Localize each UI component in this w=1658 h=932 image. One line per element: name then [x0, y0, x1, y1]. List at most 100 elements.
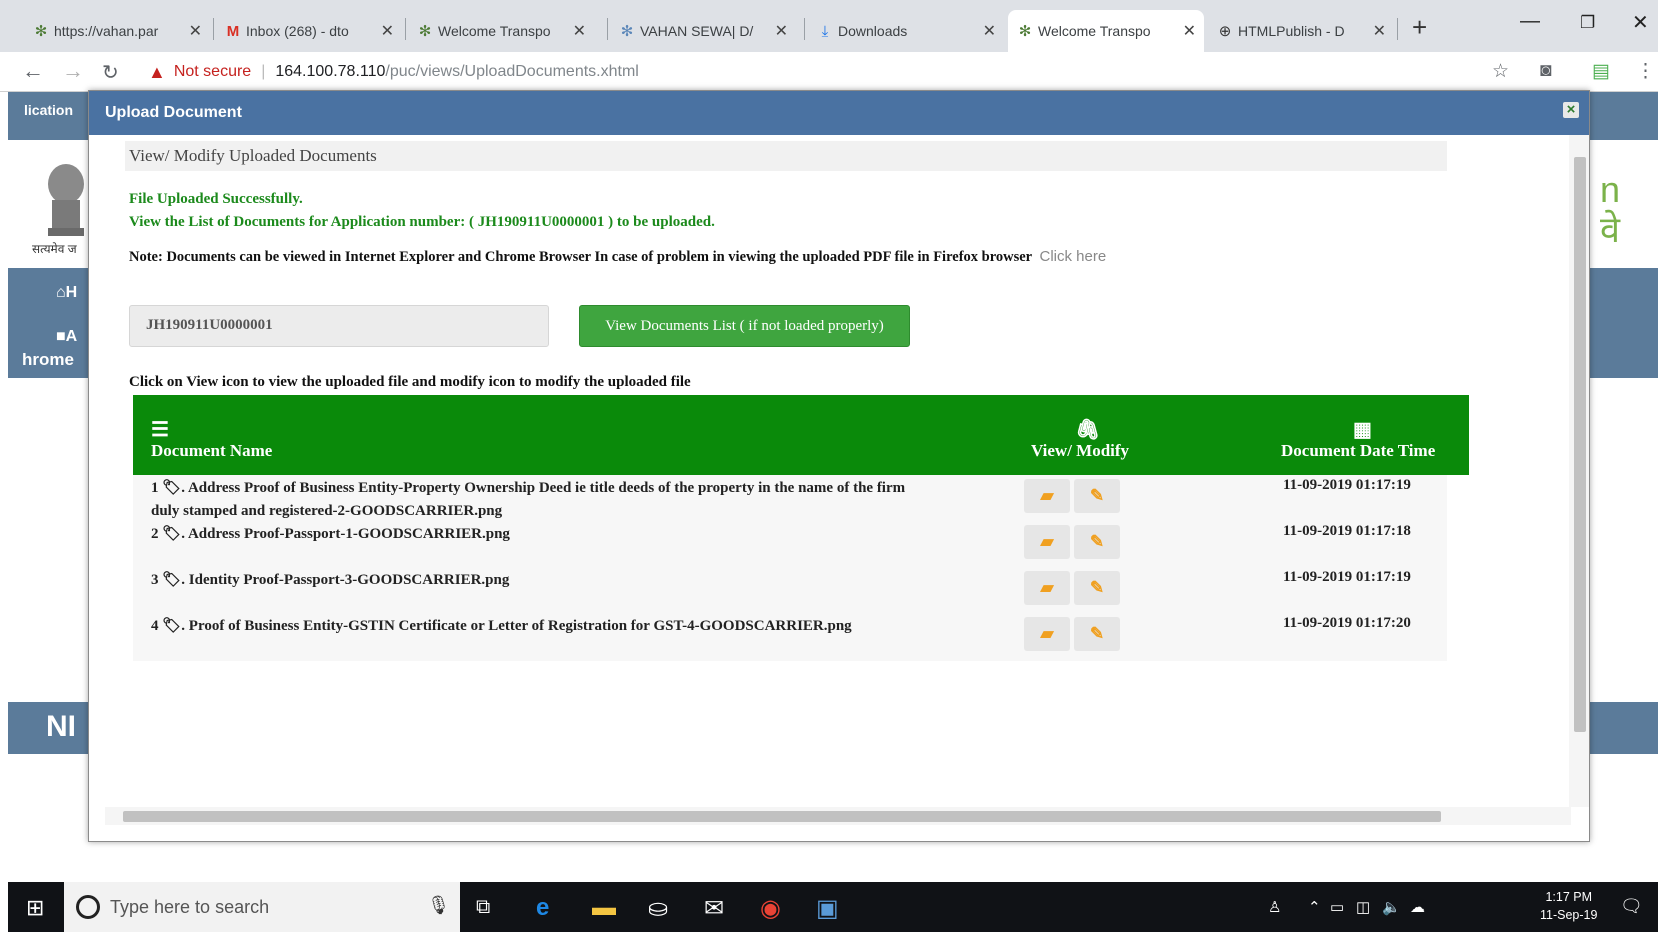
volume-muted-icon[interactable]: 🔈	[1382, 898, 1401, 916]
tab-title: Inbox (268) - dto	[246, 23, 349, 39]
bookmark-star-icon[interactable]: ☆	[1492, 60, 1509, 83]
url-host: 164.100.78.110	[275, 63, 386, 80]
windows-start-icon[interactable]: ⊞	[26, 895, 44, 921]
tab-separator	[213, 18, 214, 40]
camera-icon[interactable]: ◙	[1540, 60, 1551, 82]
browser-tab[interactable]: ⤓ Downloads ✕	[808, 10, 1004, 52]
document-name: 1 🏷. Address Proof of Business Entity-Pr…	[151, 480, 906, 519]
globe-icon: ⊕	[1218, 23, 1232, 40]
tab-separator	[405, 18, 406, 40]
document-date-time: 11-09-2019 01:17:18	[1283, 523, 1411, 539]
application-list-message: View the List of Documents for Applicati…	[129, 214, 715, 230]
system-clock[interactable]: 1:17 PM 11-Sep-19	[1540, 888, 1597, 924]
home-nav-label: H	[65, 284, 78, 301]
close-tab-icon[interactable]: ✕	[1183, 21, 1196, 41]
extension-icon[interactable]: ▤	[1592, 60, 1610, 83]
chrome-icon[interactable]: ◉	[760, 894, 781, 923]
column-header-view-modify: View/ Modify	[1031, 441, 1130, 460]
minimize-icon[interactable]: —	[1520, 10, 1540, 33]
table-row: 4 🏷. Proof of Business Entity-GSTIN Cert…	[133, 613, 1447, 661]
instruction-text: Click on View icon to view the uploaded …	[129, 374, 691, 390]
reload-icon[interactable]: ↻	[102, 60, 119, 85]
tab-title: https://vahan.par	[54, 23, 159, 39]
taskbar-search-box[interactable]: Type here to search 🎙	[64, 882, 460, 932]
globe-leaf-icon: ✻	[418, 23, 432, 40]
background-topbar-text: lication	[24, 102, 74, 118]
forward-icon[interactable]: →	[62, 58, 84, 84]
click-here-link[interactable]: Click here	[1039, 248, 1106, 265]
browser-tab[interactable]: ✻ Welcome Transpo ✕	[408, 10, 594, 52]
browser-tab[interactable]: ⊕ HTMLPublish - D ✕	[1208, 10, 1394, 52]
modify-edit-icon[interactable]: ✎	[1074, 479, 1120, 513]
cortana-icon	[76, 895, 100, 919]
document-date-time: 11-09-2019 01:17:19	[1283, 569, 1411, 585]
store-icon[interactable]: ⛀	[648, 894, 668, 923]
people-icon[interactable]: ♙	[1268, 898, 1281, 916]
close-tab-icon[interactable]: ✕	[189, 21, 202, 41]
breadcrumb: hrome	[22, 350, 74, 369]
browser-tab-active[interactable]: ✻ Welcome Transpo ✕	[1008, 10, 1204, 52]
second-nav-item[interactable]: ■A	[56, 328, 77, 346]
close-tab-icon[interactable]: ✕	[983, 21, 996, 41]
address-bar: ← → ↻ ▲ Not secure | 164.100.78.110 /puc…	[0, 52, 1658, 92]
close-tab-icon[interactable]: ✕	[573, 21, 586, 41]
back-icon[interactable]: ←	[22, 58, 44, 84]
second-nav-label: A	[65, 328, 78, 345]
globe-leaf-icon: ✻	[1018, 23, 1032, 40]
dialog-close-button[interactable]: ×	[1563, 102, 1579, 118]
browser-tab[interactable]: M Inbox (268) - dto ✕	[216, 10, 402, 52]
document-name: 3 🏷. Identity Proof-Passport-3-GOODSCARR…	[151, 572, 510, 588]
network-icon[interactable]: ◫	[1356, 898, 1370, 916]
modify-edit-icon[interactable]: ✎	[1074, 571, 1120, 605]
vertical-scrollbar[interactable]	[1569, 135, 1589, 807]
national-emblem-icon	[48, 164, 84, 236]
close-window-icon[interactable]: ✕	[1632, 10, 1649, 35]
tab-title: Downloads	[838, 23, 908, 39]
tab-separator	[607, 18, 608, 40]
tab-separator	[804, 18, 805, 40]
view-folder-icon[interactable]: ▰	[1024, 617, 1070, 651]
vertical-scroll-thumb[interactable]	[1574, 157, 1586, 732]
security-label: Not secure	[173, 63, 252, 80]
document-name: 2 🏷. Address Proof-Passport-1-GOODSCARRI…	[151, 526, 510, 542]
document-date-time: 11-09-2019 01:17:20	[1283, 615, 1411, 631]
battery-icon[interactable]: ▭	[1330, 898, 1344, 916]
view-documents-list-button[interactable]: View Documents List ( if not loaded prop…	[579, 305, 910, 347]
tab-title: VAHAN SEWA| D/	[640, 23, 754, 39]
notifications-icon[interactable]: 🗨	[1620, 896, 1643, 917]
close-tab-icon[interactable]: ✕	[1373, 21, 1386, 41]
edge-browser-icon[interactable]: e	[536, 894, 549, 922]
menu-icon[interactable]: ⋮	[1636, 60, 1655, 83]
application-number-field[interactable]: JH190911U0000001	[129, 305, 549, 347]
table-row: 2 🏷. Address Proof-Passport-1-GOODSCARRI…	[133, 521, 1447, 567]
task-view-icon[interactable]: ⧉	[476, 896, 490, 919]
close-tab-icon[interactable]: ✕	[381, 21, 394, 41]
app-icon[interactable]: ▣	[816, 894, 839, 923]
onedrive-icon[interactable]: ☁	[1410, 898, 1425, 916]
mail-icon[interactable]: ✉	[704, 894, 724, 923]
horizontal-scrollbar[interactable]	[105, 807, 1571, 825]
table-row: 3 🏷. Identity Proof-Passport-3-GOODSCARR…	[133, 567, 1447, 613]
tab-separator	[1397, 18, 1398, 40]
view-folder-icon[interactable]: ▰	[1024, 525, 1070, 559]
view-folder-icon[interactable]: ▰	[1024, 479, 1070, 513]
browser-tab[interactable]: ✻ https://vahan.par ✕	[24, 10, 210, 52]
view-folder-icon[interactable]: ▰	[1024, 571, 1070, 605]
browser-note: Note: Documents can be viewed in Interne…	[129, 248, 1106, 266]
browser-tab[interactable]: ✻ VAHAN SEWA| D/ ✕	[610, 10, 796, 52]
home-nav-item[interactable]: ⌂H	[56, 284, 77, 302]
close-tab-icon[interactable]: ✕	[775, 21, 788, 41]
modify-edit-icon[interactable]: ✎	[1074, 525, 1120, 559]
globe-leaf-icon: ✻	[34, 23, 48, 40]
modify-edit-icon[interactable]: ✎	[1074, 617, 1120, 651]
horizontal-scroll-thumb[interactable]	[123, 811, 1441, 822]
file-explorer-icon[interactable]: ▬	[592, 894, 616, 922]
url-field[interactable]: ▲ Not secure | 164.100.78.110 /puc/views…	[148, 58, 639, 86]
microphone-icon[interactable]: 🎙	[427, 895, 450, 916]
table-row: 1 🏷. Address Proof of Business Entity-Pr…	[133, 475, 1447, 521]
windows-taskbar: ⊞ Type here to search 🎙 ⧉ e ▬ ⛀ ✉ ◉ ▣ ♙ …	[8, 882, 1658, 932]
clock-time: 1:17 PM	[1545, 890, 1592, 904]
tray-chevron-icon[interactable]: ⌃	[1308, 898, 1321, 916]
restore-icon[interactable]: ❐	[1580, 13, 1595, 33]
new-tab-icon[interactable]: +	[1412, 12, 1427, 43]
